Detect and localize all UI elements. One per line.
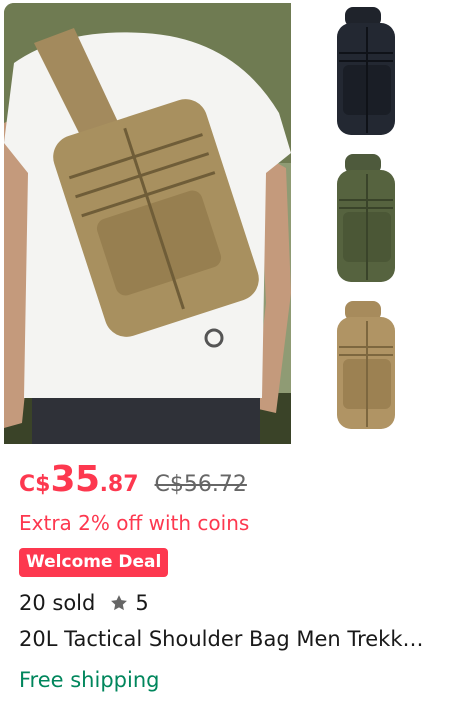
variant-black-image[interactable] — [319, 3, 415, 141]
star-icon — [111, 595, 128, 611]
variant-green-image[interactable] — [319, 150, 415, 288]
free-shipping-label: Free shipping — [19, 668, 160, 692]
original-price: C$56.72 — [154, 472, 247, 497]
variant-tan-image[interactable] — [319, 297, 415, 435]
price-currency: C$ — [19, 472, 51, 497]
price-row: C$ 35 .87 C$56.72 — [19, 459, 247, 503]
product-main-image — [4, 3, 291, 444]
product-image-area[interactable] — [4, 3, 442, 444]
rating-value: 5 — [135, 591, 149, 615]
welcome-deal-badge: Welcome Deal — [19, 548, 169, 577]
sales-rating-row: 20 sold 5 — [19, 591, 149, 615]
product-title[interactable]: 20L Tactical Shoulder Bag Men Trekking C… — [19, 627, 429, 651]
coins-offer: Extra 2% off with coins — [19, 511, 250, 535]
price-decimal: .87 — [99, 472, 139, 497]
product-card[interactable]: C$ 35 .87 C$56.72 Extra 2% off with coin… — [4, 3, 442, 708]
price-integer: 35 — [50, 459, 100, 500]
sold-count: 20 sold — [19, 591, 96, 615]
